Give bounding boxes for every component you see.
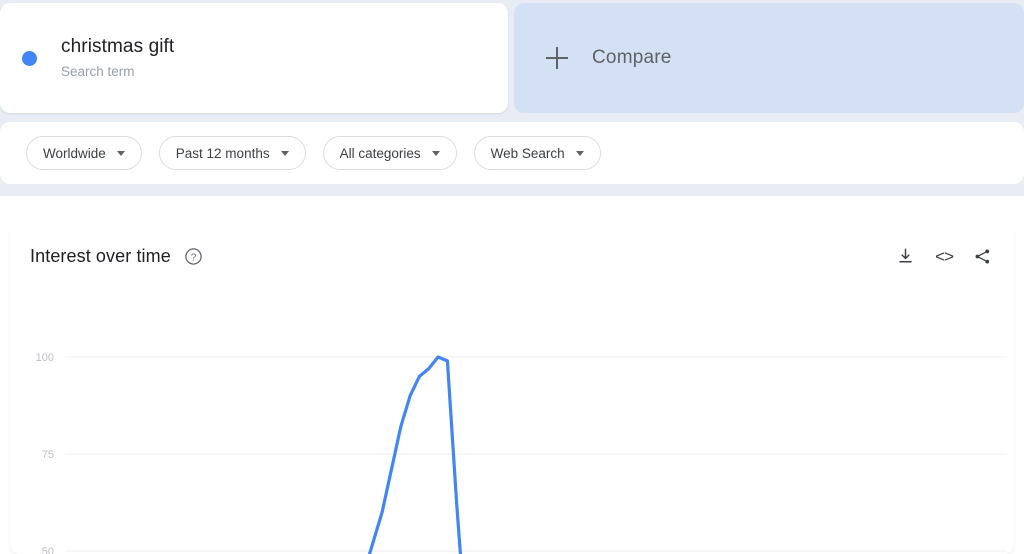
terms-row: christmas gift Search term Compare: [0, 0, 1024, 116]
chart-gridlines: [65, 356, 1007, 552]
compare-label: Compare: [592, 47, 672, 68]
filter-search-type-label: Web Search: [490, 145, 565, 161]
svg-text:75: 75: [42, 449, 54, 461]
filter-time-range-label: Past 12 months: [175, 145, 270, 161]
chart-y-axis-labels: 255075100: [36, 352, 54, 554]
plus-icon: [546, 47, 568, 69]
legend-dot-icon: [22, 50, 37, 66]
interest-over-time-chart[interactable]: 255075100 Jul 16, 2023Nov 5, 2023Feb 25,…: [10, 224, 1014, 554]
chevron-down-icon: [431, 150, 440, 156]
search-terms-strip: christmas gift Search term Compare World…: [0, 0, 1024, 196]
filter-bar: Worldwide Past 12 months All categories …: [0, 122, 1024, 184]
filter-category[interactable]: All categories: [322, 136, 457, 170]
svg-text:50: 50: [42, 546, 54, 554]
chevron-down-icon: [575, 150, 584, 156]
chevron-down-icon: [116, 150, 125, 156]
interest-over-time-card: Interest over time ? <> 50 75 100: [10, 224, 1014, 554]
svg-text:100: 100: [36, 352, 54, 364]
filter-search-type[interactable]: Web Search: [473, 136, 601, 170]
chart-series: [367, 355, 463, 554]
filter-category-label: All categories: [339, 145, 421, 161]
compare-button[interactable]: Compare: [514, 3, 1024, 113]
search-term-type: Search term: [61, 63, 135, 79]
filter-time-range[interactable]: Past 12 months: [158, 136, 306, 170]
filter-location-label: Worldwide: [43, 145, 106, 161]
filter-location[interactable]: Worldwide: [26, 136, 142, 170]
search-term-label: christmas gift: [61, 35, 175, 57]
chevron-down-icon: [280, 150, 289, 156]
search-term-card[interactable]: christmas gift Search term: [0, 3, 508, 113]
